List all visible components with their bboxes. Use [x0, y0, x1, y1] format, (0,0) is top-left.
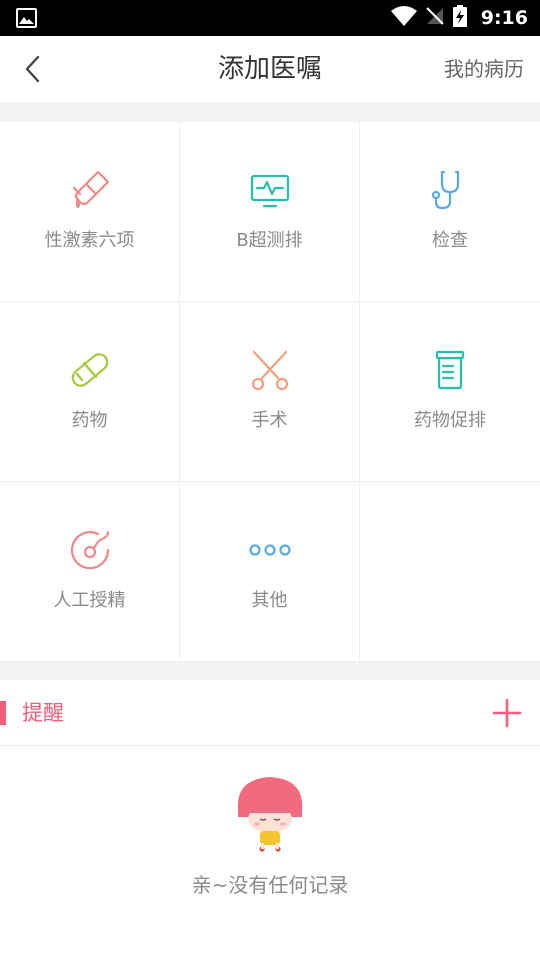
add-reminder-button[interactable]: [488, 694, 526, 732]
empty-message: 亲~没有任何记录: [191, 873, 349, 897]
section-divider: [0, 102, 540, 122]
grid-item-empty: [360, 482, 540, 662]
grid-item-other[interactable]: 其他: [180, 482, 360, 662]
empty-state: 亲~没有任何记录: [0, 747, 540, 960]
grid-item-hormone[interactable]: 性激素六项: [0, 122, 180, 302]
girl-mascot-icon: [232, 773, 308, 855]
reminder-title: 提醒: [22, 701, 64, 725]
grid-item-label: 药物: [71, 410, 108, 431]
grid-item-medicine[interactable]: 药物: [0, 302, 180, 482]
grid-item-label: 手术: [251, 410, 288, 431]
section-divider: [0, 662, 540, 680]
grid-item-label: 人工授精: [53, 590, 126, 611]
order-type-grid: 性激素六项 B超测排 检查 药物 手术 药物促排 人工授精 其他: [0, 122, 540, 662]
grid-item-insemination[interactable]: 人工授精: [0, 482, 180, 662]
sperm-egg-icon: [68, 528, 112, 572]
grid-item-label: 检查: [432, 230, 468, 251]
header-bar: 添加医嘱 我的病历: [0, 36, 540, 102]
back-button[interactable]: [14, 50, 52, 88]
no-signal-icon: [425, 6, 445, 30]
my-records-link[interactable]: 我的病历: [444, 36, 524, 102]
grid-item-exam[interactable]: 检查: [360, 122, 540, 302]
more-dots-icon: [248, 528, 292, 572]
grid-item-label: 药物促排: [414, 410, 486, 431]
monitor-icon: [248, 168, 292, 212]
stethoscope-icon: [428, 168, 472, 212]
battery-charging-icon: [452, 5, 467, 31]
section-accent-bar: [0, 701, 6, 725]
status-time: 9:16: [480, 7, 528, 29]
grid-item-label: B超测排: [236, 230, 303, 251]
grid-item-label: 性激素六项: [44, 230, 135, 251]
test-tube-icon: [68, 168, 112, 212]
chevron-left-icon: [25, 55, 40, 83]
grid-item-label: 其他: [251, 590, 288, 611]
image-notification-icon: [16, 8, 37, 28]
pill-icon: [68, 348, 112, 392]
reminder-section-header: 提醒: [0, 680, 540, 746]
grid-item-ultrasound[interactable]: B超测排: [180, 122, 360, 302]
wifi-icon: [390, 6, 417, 30]
status-bar: 9:16: [0, 0, 540, 36]
medicine-bottle-icon: [428, 348, 472, 392]
grid-item-surgery[interactable]: 手术: [180, 302, 360, 482]
plus-icon: [492, 698, 522, 728]
grid-item-ovulation-meds[interactable]: 药物促排: [360, 302, 540, 482]
scissors-icon: [248, 348, 292, 392]
